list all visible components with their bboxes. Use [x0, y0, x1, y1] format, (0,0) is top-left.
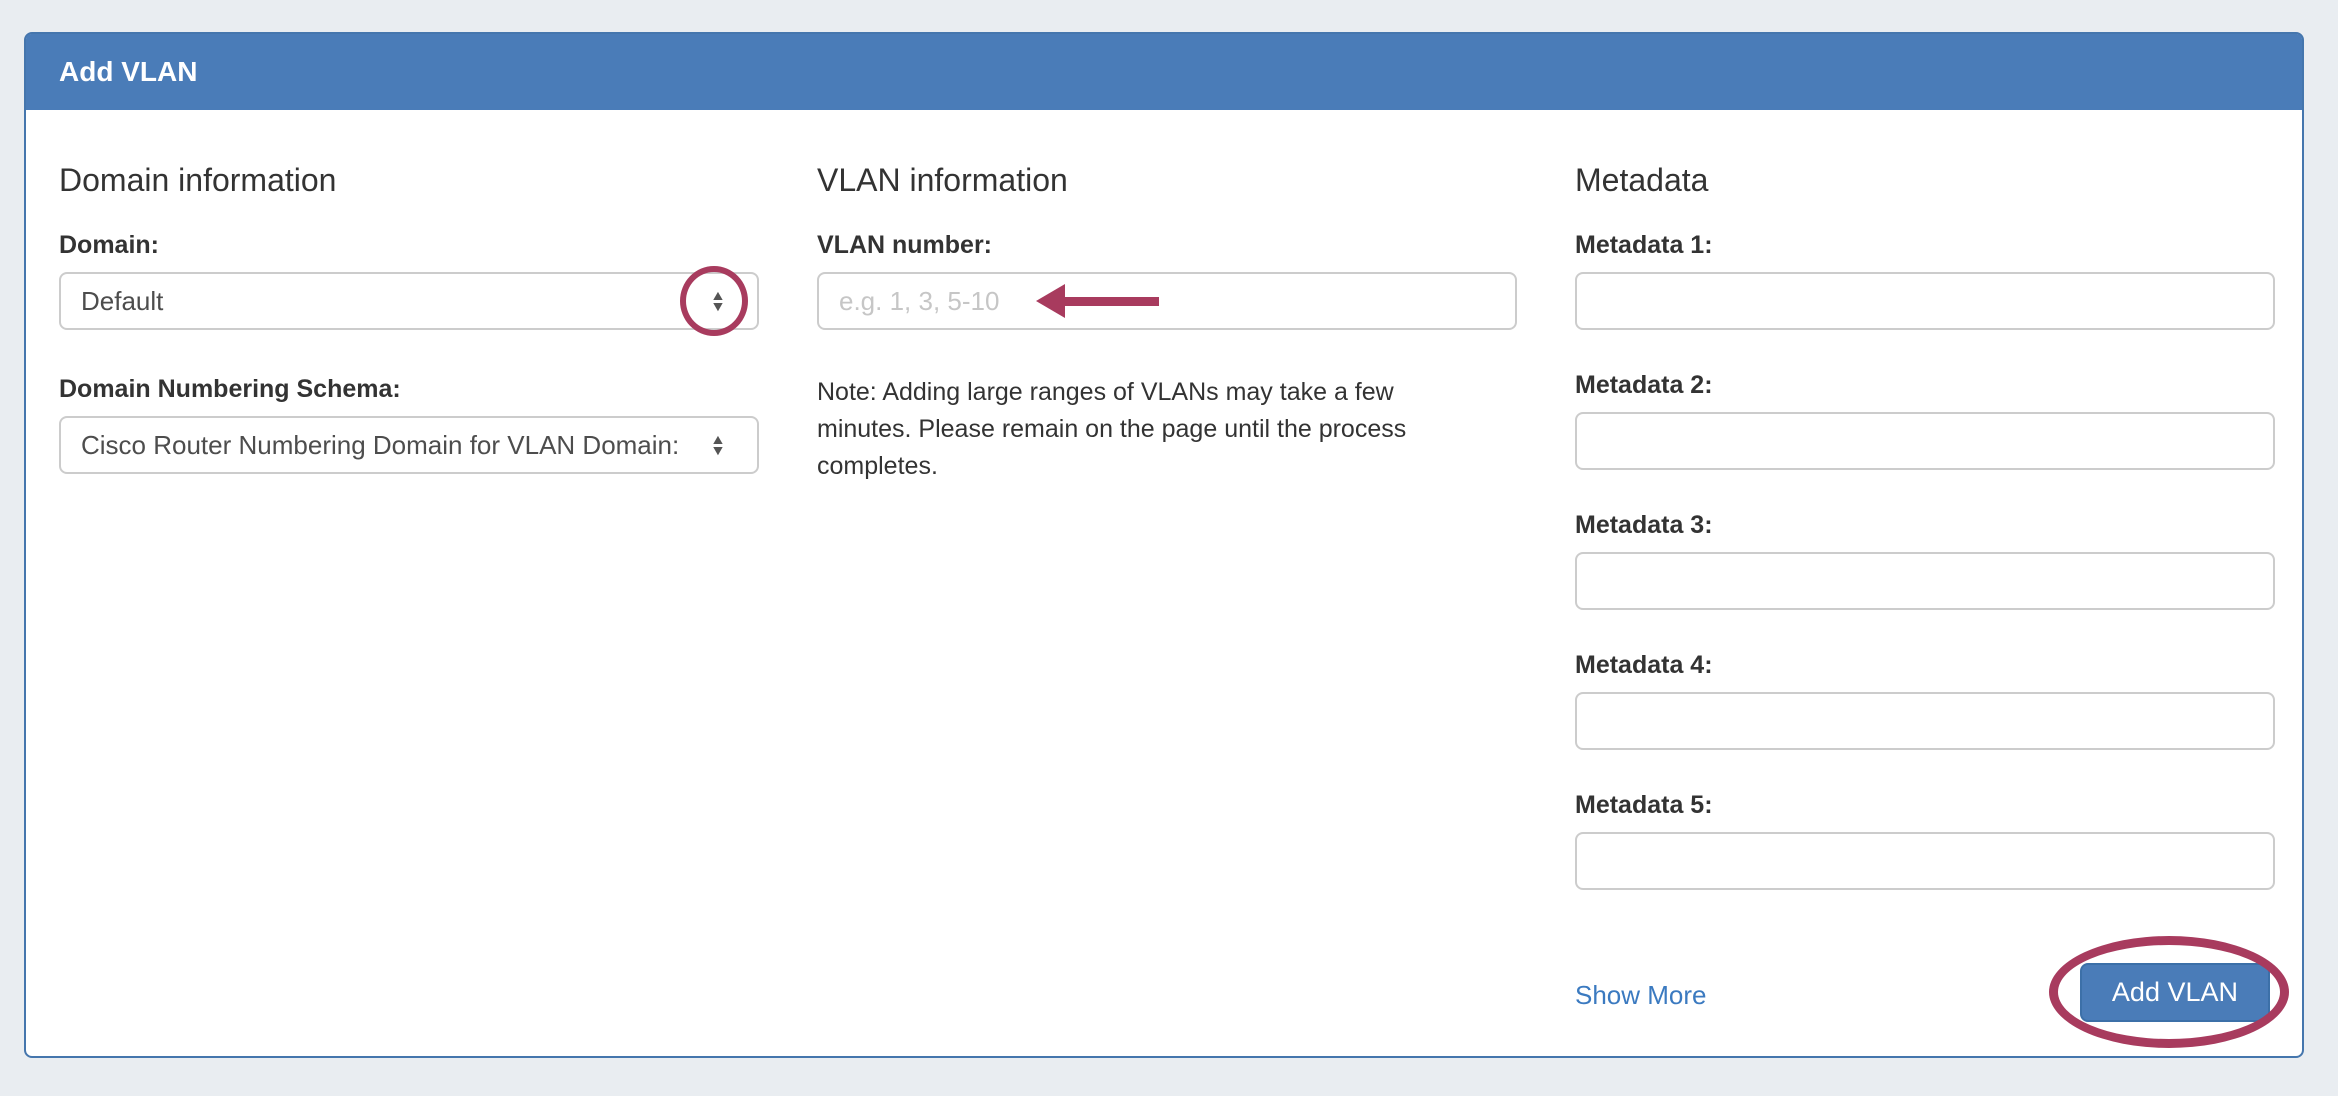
add-vlan-button[interactable]: Add VLAN: [2080, 963, 2270, 1022]
domain-label: Domain:: [59, 230, 759, 260]
metadata-4-label: Metadata 4:: [1575, 650, 2275, 680]
panel-header: Add VLAN: [26, 34, 2302, 110]
metadata-1-input[interactable]: [1575, 272, 2275, 330]
vlan-number-group: VLAN number:: [817, 230, 1517, 330]
metadata-section: Metadata Metadata 1: Metadata 2: Metadat…: [1575, 162, 2275, 1011]
metadata-3-group: Metadata 3:: [1575, 510, 2275, 610]
select-arrows-icon: ▲ ▼: [711, 290, 725, 312]
metadata-1-group: Metadata 1:: [1575, 230, 2275, 330]
metadata-4-group: Metadata 4:: [1575, 650, 2275, 750]
panel-title: Add VLAN: [59, 56, 197, 88]
vlan-section-heading: VLAN information: [817, 162, 1517, 198]
page-background: Add VLAN Domain information Domain: Defa…: [0, 0, 2338, 1096]
metadata-section-heading: Metadata: [1575, 162, 2275, 198]
domain-select-wrap: Default ▲ ▼: [59, 272, 759, 330]
metadata-1-label: Metadata 1:: [1575, 230, 2275, 260]
schema-select[interactable]: Cisco Router Numbering Domain for VLAN D…: [59, 416, 759, 474]
schema-select-value: Cisco Router Numbering Domain for VLAN D…: [81, 430, 679, 461]
metadata-4-input[interactable]: [1575, 692, 2275, 750]
domain-select[interactable]: Default: [59, 272, 759, 330]
vlan-number-label: VLAN number:: [817, 230, 1517, 260]
metadata-2-group: Metadata 2:: [1575, 370, 2275, 470]
metadata-3-label: Metadata 3:: [1575, 510, 2275, 540]
domain-section: Domain information Domain: Default ▲ ▼: [59, 162, 759, 1011]
add-vlan-panel: Add VLAN Domain information Domain: Defa…: [24, 32, 2304, 1058]
vlan-section: VLAN information VLAN number: Note: Addi…: [817, 162, 1517, 1011]
schema-select-wrap: Cisco Router Numbering Domain for VLAN D…: [59, 416, 759, 474]
add-vlan-button-wrap: Add VLAN: [2080, 963, 2270, 1022]
metadata-5-group: Metadata 5:: [1575, 790, 2275, 890]
panel-body: Domain information Domain: Default ▲ ▼: [26, 110, 2302, 1011]
metadata-5-label: Metadata 5:: [1575, 790, 2275, 820]
vlan-number-wrap: [817, 272, 1517, 330]
show-more-link[interactable]: Show More: [1575, 980, 1707, 1011]
select-arrows-icon: ▲ ▼: [711, 434, 725, 456]
domain-section-heading: Domain information: [59, 162, 759, 198]
domain-select-value: Default: [81, 286, 163, 317]
domain-field-group: Domain: Default ▲ ▼: [59, 230, 759, 330]
metadata-3-input[interactable]: [1575, 552, 2275, 610]
schema-label: Domain Numbering Schema:: [59, 374, 759, 404]
metadata-5-input[interactable]: [1575, 832, 2275, 890]
vlan-note: Note: Adding large ranges of VLANs may t…: [817, 374, 1427, 485]
metadata-2-label: Metadata 2:: [1575, 370, 2275, 400]
vlan-number-input[interactable]: [817, 272, 1517, 330]
schema-field-group: Domain Numbering Schema: Cisco Router Nu…: [59, 374, 759, 474]
metadata-2-input[interactable]: [1575, 412, 2275, 470]
